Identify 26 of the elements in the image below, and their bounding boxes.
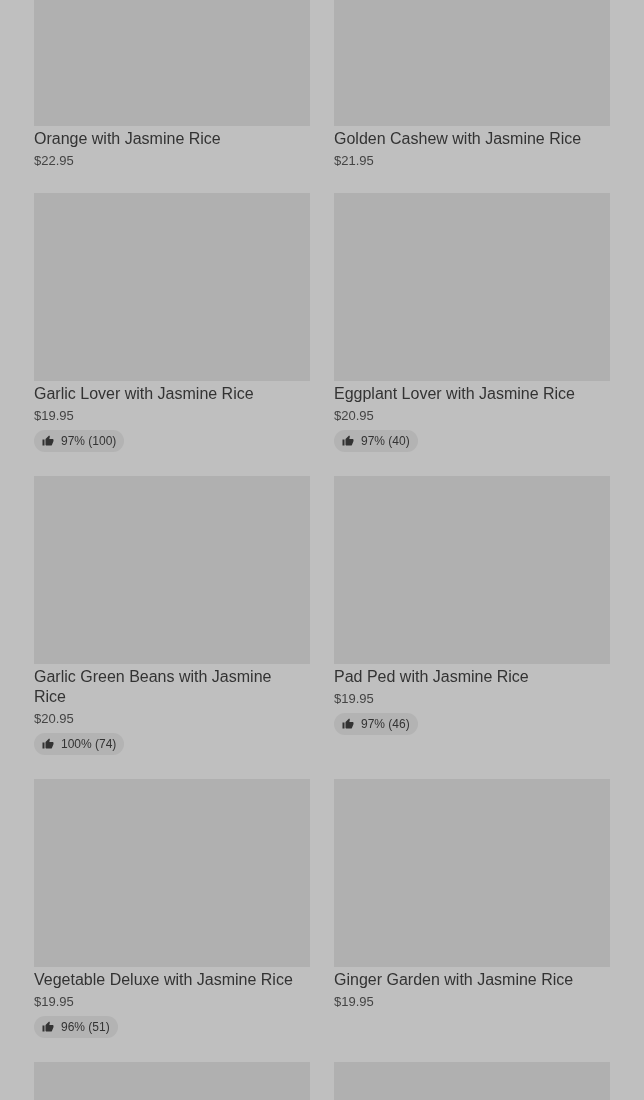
item-title[interactable]: Golden Cashew with Jasmine Rice [334, 129, 610, 149]
rating-text: 100% (74) [61, 736, 117, 753]
item-price: $22.95 [34, 152, 75, 169]
item-title[interactable]: Ginger Garden with Jasmine Rice [334, 970, 610, 990]
item-title[interactable]: Garlic Lover with Jasmine Rice [34, 384, 310, 404]
thumbs-up-icon [342, 718, 354, 730]
item-price: $19.95 [334, 993, 375, 1010]
item-title[interactable]: Garlic Green Beans with Jasmine Rice [34, 667, 310, 707]
rating-text: 96% (51) [61, 1019, 110, 1036]
rating-text: 97% (40) [361, 433, 410, 450]
item-price: $21.95 [334, 152, 375, 169]
rating-text: 97% (46) [361, 716, 410, 733]
rating-text: 97% (100) [61, 433, 117, 450]
item-title[interactable]: Pad Ped with Jasmine Rice [334, 667, 610, 687]
item-price: $20.95 [34, 710, 75, 727]
thumbs-up-icon [42, 435, 54, 447]
item-title[interactable]: Orange with Jasmine Rice [34, 129, 310, 149]
thumbs-up-icon [42, 738, 54, 750]
item-price: $19.95 [34, 407, 75, 424]
thumbs-up-icon [42, 1021, 54, 1033]
item-title[interactable]: Vegetable Deluxe with Jasmine Rice [34, 970, 310, 990]
item-price: $19.95 [34, 993, 75, 1010]
item-title[interactable]: Eggplant Lover with Jasmine Rice [334, 384, 610, 404]
thumbs-up-icon [342, 435, 354, 447]
item-price: $19.95 [334, 690, 375, 707]
item-price: $20.95 [334, 407, 375, 424]
